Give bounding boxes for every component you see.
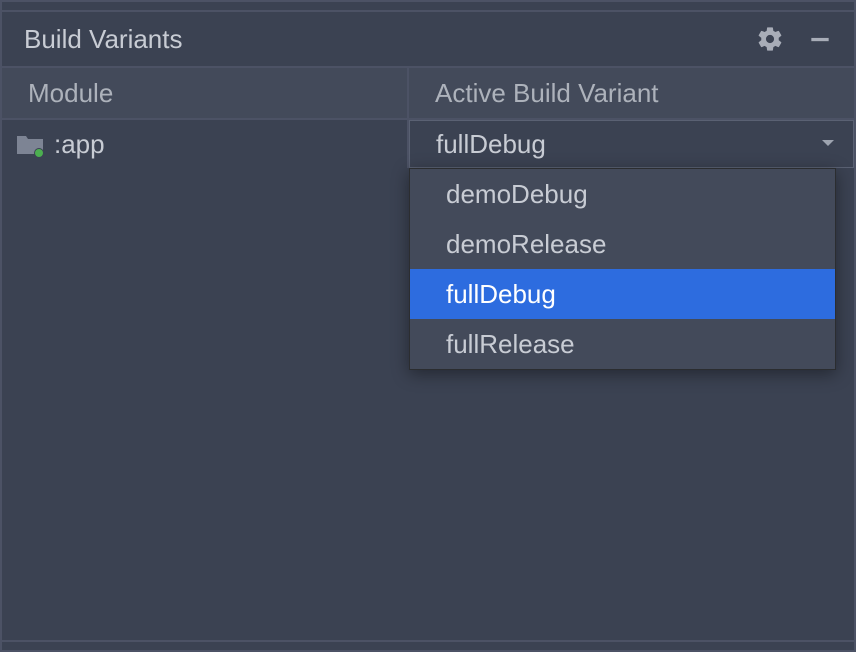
table-body: :app fullDebug demoDebug demoRelease ful… [2,120,854,640]
panel-footer [2,640,854,650]
dropdown-option-demoDebug[interactable]: demoDebug [410,169,835,219]
dropdown-option-fullRelease[interactable]: fullRelease [410,319,835,369]
dropdown-option-fullDebug[interactable]: fullDebug [410,269,835,319]
dropdown-option-demoRelease[interactable]: demoRelease [410,219,835,269]
table-header: Module Active Build Variant [2,68,854,120]
module-name: :app [54,129,105,160]
settings-button[interactable] [754,23,786,55]
variant-dropdown-menu: demoDebug demoRelease fullDebug fullRele… [409,168,836,370]
selected-variant-label: fullDebug [436,129,546,160]
panel-header: Build Variants [2,12,854,68]
column-header-module[interactable]: Module [2,68,409,118]
table-row: :app fullDebug [2,120,854,168]
panel-actions [754,23,836,55]
module-folder-icon [16,133,44,155]
minimize-icon [807,26,833,52]
minimize-button[interactable] [804,23,836,55]
module-cell[interactable]: :app [2,120,409,168]
panel-top-border [2,2,854,12]
panel-title: Build Variants [24,24,754,55]
gear-icon [756,25,784,53]
chevron-down-icon [821,136,835,152]
variant-dropdown-cell[interactable]: fullDebug [409,120,854,168]
column-header-variant[interactable]: Active Build Variant [409,68,854,118]
build-variants-panel: Build Variants Module Active Build Varia… [0,0,856,652]
